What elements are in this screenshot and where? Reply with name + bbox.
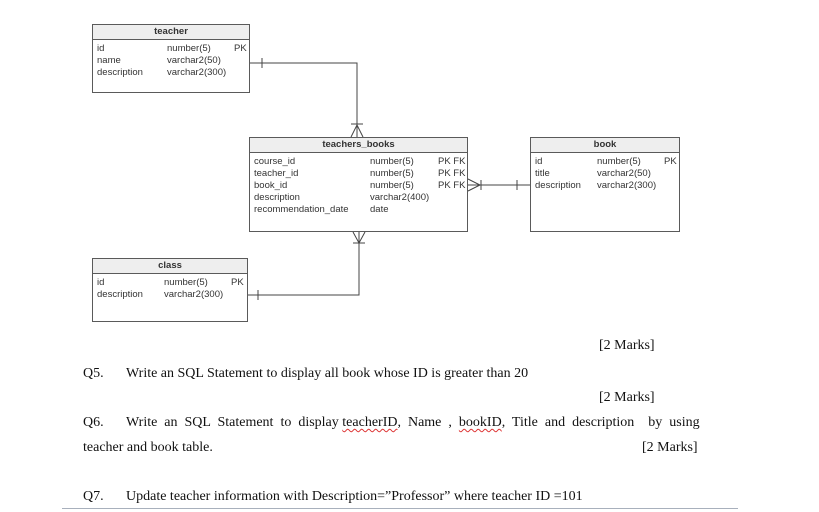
question-text-q6-line2: teacher and book table. <box>83 440 213 455</box>
question-number-q6: Q6. <box>83 415 104 430</box>
column-row: description varchar2(300) <box>93 67 249 79</box>
entity-title: class <box>93 259 247 274</box>
column-row: description varchar2(300) <box>531 180 679 192</box>
page-bottom-rule <box>62 508 738 509</box>
column-row: recommendation_date date <box>250 204 467 216</box>
column-name: id <box>535 156 543 167</box>
column-key: PK FK <box>438 180 466 191</box>
column-row: description varchar2(300) <box>93 289 247 301</box>
column-row: course_id number(5) PK FK <box>250 156 467 168</box>
spellcheck-word-bookid[interactable]: bookID <box>459 415 502 430</box>
column-name: title <box>535 168 550 179</box>
column-key: PK <box>234 43 247 54</box>
column-row: name varchar2(50) <box>93 55 249 67</box>
column-type: number(5) <box>164 277 208 288</box>
entity-book[interactable]: book id number(5) PK title varchar2(50) … <box>530 137 680 232</box>
column-name: id <box>97 43 105 54</box>
column-type: varchar2(300) <box>164 289 224 300</box>
entity-class[interactable]: class id number(5) PK description varcha… <box>92 258 248 322</box>
marks-label: [2 Marks] <box>599 338 655 353</box>
column-name: recommendation_date <box>254 204 349 215</box>
column-type: number(5) <box>370 168 414 179</box>
teacher-teachers-books-line <box>250 62 358 137</box>
spellcheck-word-teacherid[interactable]: teacherID <box>342 415 397 430</box>
entity-title: book <box>531 138 679 153</box>
column-name: teacher_id <box>254 168 299 179</box>
question-number-q7: Q7. <box>83 489 104 504</box>
column-type: number(5) <box>597 156 641 167</box>
er-diagram: teacher id number(5) PK name varchar2(50… <box>0 0 819 340</box>
column-type: varchar2(300) <box>597 180 657 191</box>
column-row: title varchar2(50) <box>531 168 679 180</box>
column-name: name <box>97 55 121 66</box>
q6-text-part2: , Name , <box>397 415 459 430</box>
column-type: varchar2(50) <box>167 55 221 66</box>
column-type: number(5) <box>370 180 414 191</box>
q6-text-part3: , Title and description by using <box>501 415 700 430</box>
column-row: id number(5) PK <box>93 277 247 289</box>
column-key: PK FK <box>438 168 466 179</box>
column-type: varchar2(400) <box>370 192 430 203</box>
column-key: PK <box>231 277 244 288</box>
column-type: number(5) <box>370 156 414 167</box>
column-name: description <box>97 67 143 78</box>
entity-teacher[interactable]: teacher id number(5) PK name varchar2(50… <box>92 24 250 93</box>
column-type: varchar2(300) <box>167 67 227 78</box>
column-type: varchar2(50) <box>597 168 651 179</box>
column-name: description <box>535 180 581 191</box>
entity-teachers-books[interactable]: teachers_books course_id number(5) PK FK… <box>249 137 468 232</box>
column-name: book_id <box>254 180 288 191</box>
marks-label: [2 Marks] <box>599 390 655 405</box>
column-key: PK FK <box>438 156 466 167</box>
question-number-q5: Q5. <box>83 366 104 381</box>
column-name: id <box>97 277 105 288</box>
class-teachers-books-line <box>248 232 360 296</box>
column-row: id number(5) PK <box>93 43 249 55</box>
column-key: PK <box>664 156 677 167</box>
column-name: course_id <box>254 156 296 167</box>
column-row: teacher_id number(5) PK FK <box>250 168 467 180</box>
question-text-q5: Write an SQL Statement to display all bo… <box>126 366 529 381</box>
column-row: description varchar2(400) <box>250 192 467 204</box>
marks-label: [2 Marks] <box>642 440 698 455</box>
question-text-q6: Write an SQL Statement to display teache… <box>126 415 700 431</box>
column-type: date <box>370 204 389 215</box>
column-row: book_id number(5) PK FK <box>250 180 467 192</box>
q6-text-part1: Write an SQL Statement to display <box>126 415 343 430</box>
question-text-q7: Update teacher information with Descript… <box>126 489 583 504</box>
column-name: description <box>254 192 300 203</box>
column-name: description <box>97 289 143 300</box>
column-type: number(5) <box>167 43 211 54</box>
entity-title: teachers_books <box>250 138 467 153</box>
entity-title: teacher <box>93 25 249 40</box>
column-row: id number(5) PK <box>531 156 679 168</box>
